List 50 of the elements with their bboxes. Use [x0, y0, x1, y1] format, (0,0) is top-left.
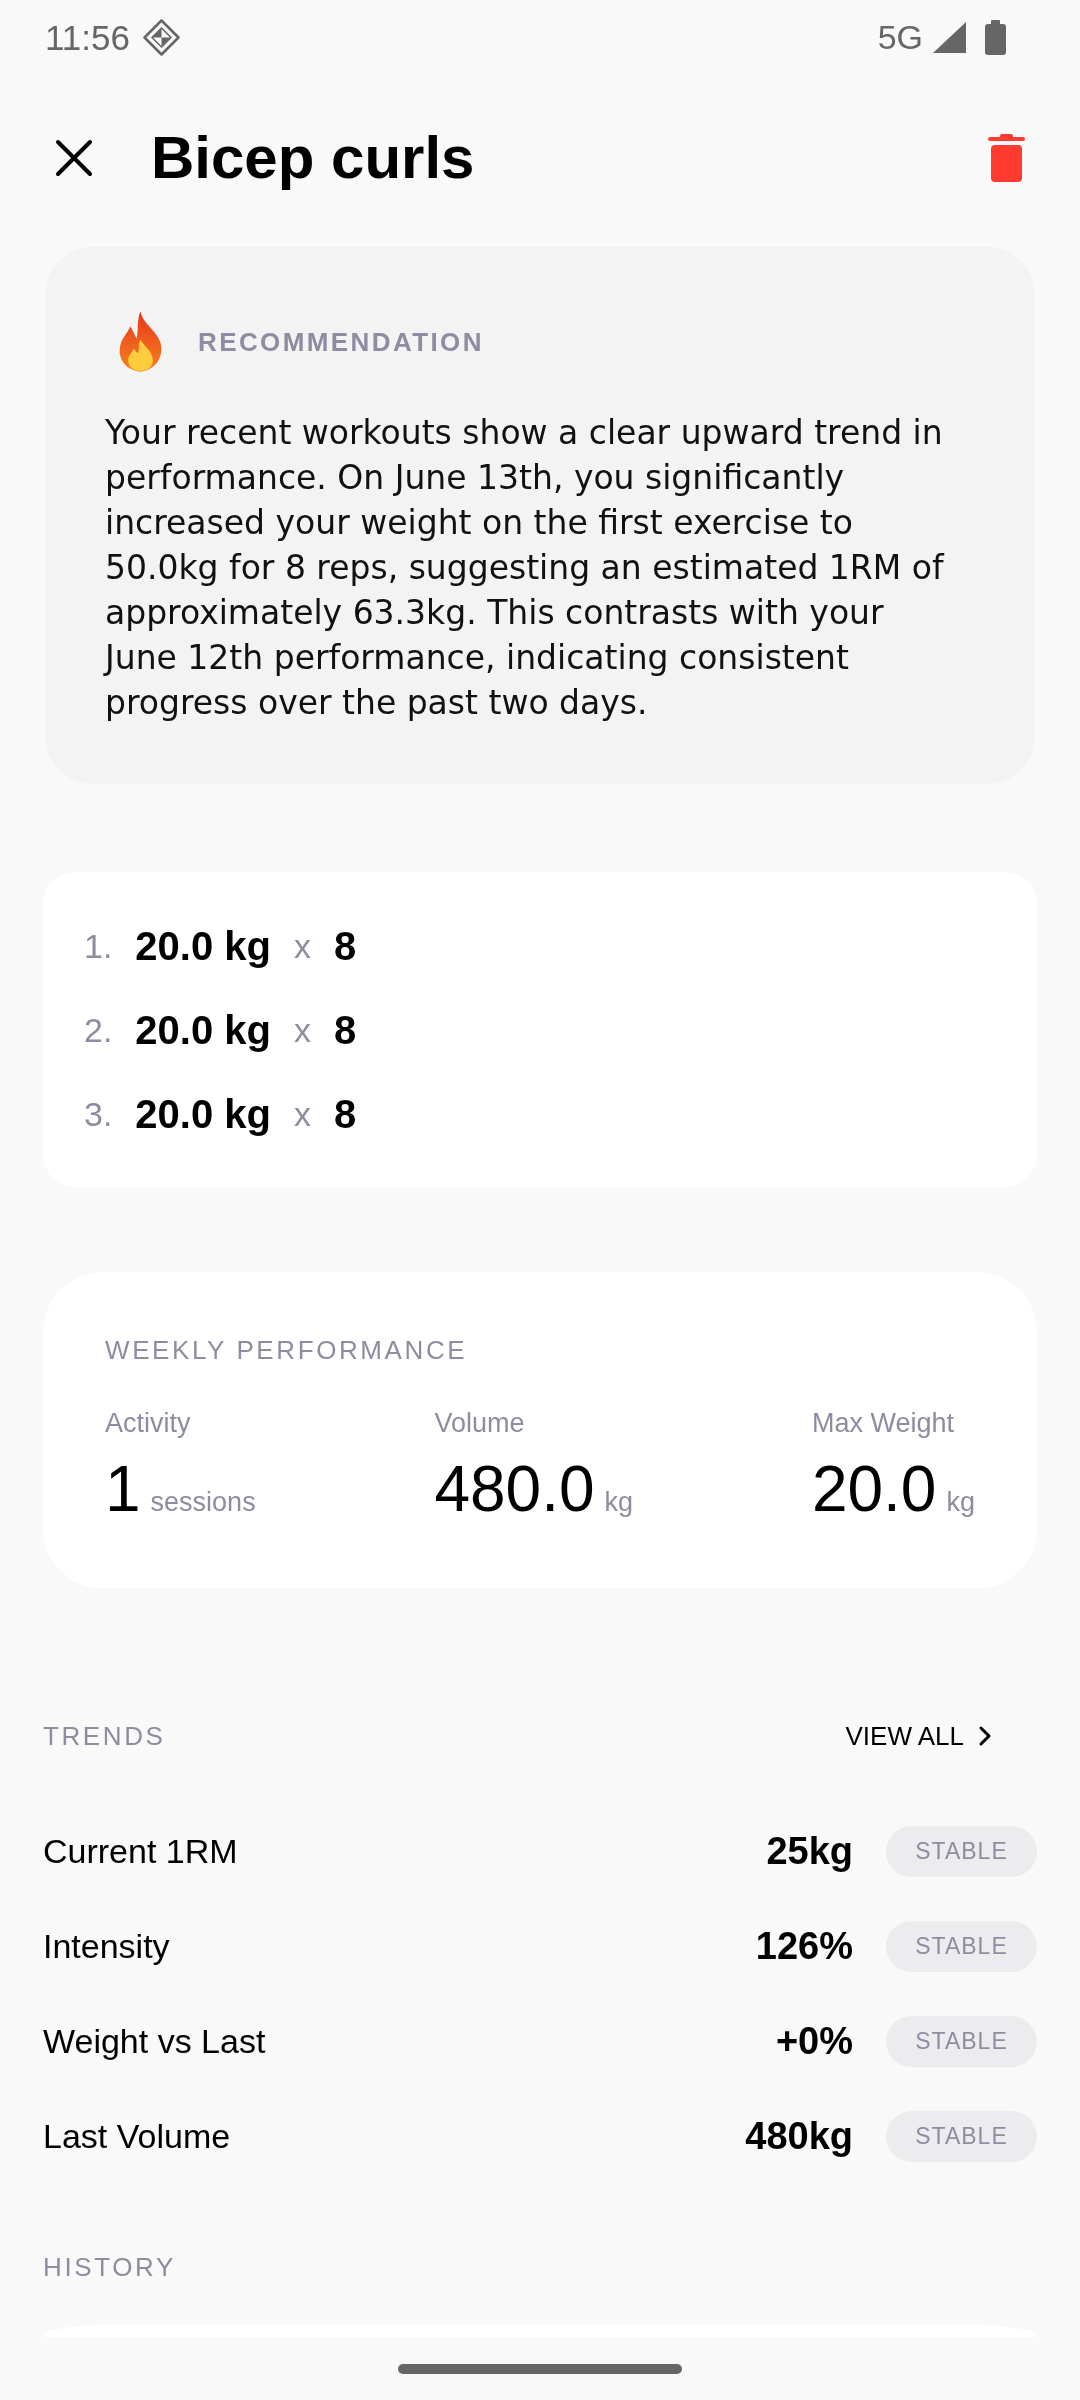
set-number: 2. [84, 1013, 113, 1047]
battery-icon [985, 19, 1006, 55]
stat-value: 20.0 [811, 1457, 937, 1521]
trend-value: +0% [775, 2022, 853, 2060]
chevron-right-icon [978, 1725, 992, 1747]
stat-unit: sessions [150, 1489, 256, 1516]
network-label: 5G [877, 20, 923, 54]
set-number: 1. [84, 929, 113, 963]
trend-value: 480kg [745, 2117, 853, 2155]
signal-icon [933, 21, 966, 53]
stat-value: 1 [105, 1457, 141, 1521]
set-weight: 20.0 kg [135, 1094, 271, 1134]
trash-icon [988, 134, 1025, 182]
recommendation-text: Your recent workouts show a clear upward trend in performance. On June 13th, you significantly increased your weight on the first exercise to 50.0kg for 8 reps, suggesting an estimated 1RM of approximately 63.3kg. This contrasts with your June 12th performance, indicating consistent progress over the past two days. [105, 412, 946, 724]
status-badge: STABLE [886, 2110, 1037, 2162]
stat-label: Max Weight [811, 1409, 954, 1437]
section-title: HISTORY [43, 2254, 176, 2280]
set-weight: 20.0 kg [135, 1010, 271, 1050]
stat-unit: kg [946, 1489, 975, 1516]
section-title: TRENDS [43, 1723, 166, 1749]
trend-label: Current 1RM [43, 1834, 238, 1868]
set-reps: 8 [334, 926, 357, 966]
stat-value: 480.0 [434, 1457, 595, 1521]
diamond-icon [143, 18, 180, 56]
times-sign: x [294, 1013, 311, 1047]
delete-button[interactable] [988, 134, 1025, 182]
screen-title: Bicep curls [151, 128, 475, 188]
card-title: WEEKLY PERFORMANCE [105, 1337, 468, 1363]
set-reps: 8 [334, 1094, 357, 1134]
status-time: 11:56 [45, 19, 130, 55]
set-number: 3. [84, 1097, 113, 1131]
stat-unit: kg [604, 1489, 634, 1516]
stat-label: Activity [105, 1409, 191, 1437]
close-icon [55, 139, 93, 177]
stat-label: Volume [434, 1409, 525, 1437]
view-all-button[interactable]: VIEW ALL [845, 1716, 992, 1756]
close-button[interactable] [55, 139, 93, 177]
section-label: RECOMMENDATION [198, 328, 484, 355]
times-sign: x [294, 929, 311, 963]
trend-label: Intensity [43, 1929, 170, 1963]
times-sign: x [294, 1097, 311, 1131]
set-reps: 8 [334, 1010, 357, 1050]
status-badge: STABLE [886, 2015, 1037, 2067]
trend-label: Weight vs Last [43, 2024, 266, 2058]
status-badge: STABLE [886, 1920, 1037, 1972]
trend-value: 25kg [766, 1832, 853, 1870]
status-badge: STABLE [886, 1825, 1037, 1877]
trend-label: Last Volume [43, 2119, 231, 2153]
trend-value: 126% [755, 1927, 853, 1965]
set-weight: 20.0 kg [135, 926, 271, 966]
